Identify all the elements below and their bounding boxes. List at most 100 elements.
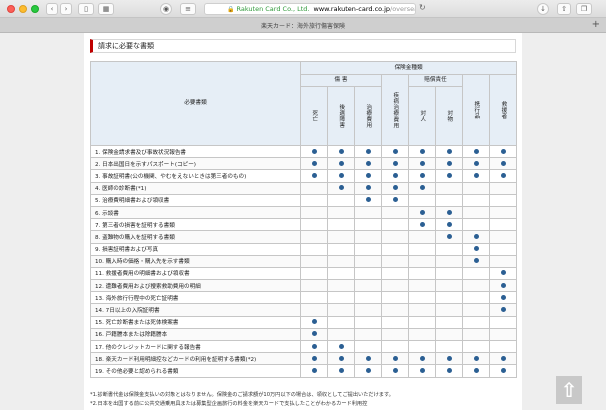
requirement-cell [327, 279, 355, 293]
col-header-treatment: 治療費用 [354, 86, 382, 146]
requirement-cell [462, 315, 490, 329]
reload-icon[interactable]: ↻ [419, 3, 426, 12]
table-row: 5. 治療費明細書および領収書 [90, 193, 518, 207]
requirement-cell [327, 218, 355, 232]
document-label: 16. 戸籍謄本または除籍謄本 [90, 327, 301, 342]
requirement-cell [354, 205, 382, 220]
requirement-cell [354, 266, 382, 281]
required-dot-icon [311, 355, 317, 361]
required-dot-icon [446, 221, 452, 227]
requirement-cell [327, 205, 355, 220]
required-dot-icon [392, 160, 398, 166]
forward-button[interactable]: › [60, 3, 72, 15]
address-host: www.rakuten-card.co.jp [313, 5, 391, 13]
scroll-top-button[interactable]: ⇧ [556, 376, 582, 404]
back-button[interactable]: ‹ [46, 3, 58, 15]
requirement-cell [354, 193, 382, 207]
required-dot-icon [365, 148, 371, 154]
requirement-cell [435, 181, 463, 195]
requirement-cell [300, 266, 328, 281]
required-dot-icon [446, 172, 452, 178]
requirement-cell [354, 352, 382, 366]
requirement-cell [408, 205, 436, 220]
downloads-button[interactable]: ↓ [537, 3, 549, 15]
requirement-cell [488, 205, 518, 220]
requirement-cell [354, 242, 382, 256]
requirement-cell [327, 157, 355, 171]
document-label: 15. 死亡診断書または死体検案書 [90, 315, 301, 329]
address-bar[interactable]: 🔒 Rakuten Card Co., Ltd. www.rakuten-car… [204, 3, 416, 15]
required-dot-icon [446, 160, 452, 166]
requirement-cell [488, 218, 518, 232]
requirement-cell [327, 266, 355, 281]
required-dot-icon [338, 343, 344, 349]
col-header-illness: 疾病治療費用 [381, 74, 409, 146]
requirement-cell [462, 291, 490, 305]
required-dot-icon [419, 221, 425, 227]
required-dot-icon [473, 160, 479, 166]
requirement-cell [488, 303, 518, 317]
tabs-button[interactable]: ❐ [576, 3, 592, 15]
tab-overview-button[interactable]: ▦ [98, 3, 114, 15]
required-dot-icon [311, 172, 317, 178]
requirement-cell [327, 339, 355, 354]
requirement-cell [300, 144, 328, 159]
requirement-cell [488, 193, 518, 207]
liability-header: 賠償責任 [408, 74, 463, 87]
requirement-cell [408, 266, 436, 281]
requirement-cell [462, 193, 490, 207]
injury-header: 傷 害 [300, 74, 382, 87]
requirement-cell [488, 169, 518, 183]
required-dot-icon [365, 160, 371, 166]
requirement-cell [435, 193, 463, 207]
requirement-cell [327, 169, 355, 183]
download-icon: ↓ [540, 5, 546, 13]
window-zoom-button[interactable] [31, 5, 39, 13]
table-row: 18. 楽天カード利用明細控などカードの利用を証明する書類(*2) [90, 352, 518, 366]
requirement-cell [488, 254, 518, 268]
required-dot-icon [500, 160, 506, 166]
requirement-cell [381, 218, 409, 232]
required-dot-icon [419, 355, 425, 361]
required-dot-icon [338, 367, 344, 373]
document-label: 1. 保険金請求書及び事故状況報告書 [90, 144, 301, 159]
document-label: 18. 楽天カード利用明細控などカードの利用を証明する書類(*2) [90, 352, 301, 366]
required-dot-icon [419, 160, 425, 166]
required-dot-icon [338, 355, 344, 361]
share-button[interactable]: ⇧ [557, 3, 571, 15]
required-dot-icon [500, 148, 506, 154]
requirement-cell [408, 242, 436, 256]
requirement-cell [381, 230, 409, 244]
requirement-cell [462, 303, 490, 317]
required-dot-icon [446, 355, 452, 361]
table-row: 3. 事故証明書(公の機関、やむをえないときは第三者のもの) [90, 169, 518, 183]
requirement-cell [488, 157, 518, 171]
active-tab-title[interactable]: 楽天カード：海外旅行傷害保険 [261, 21, 345, 30]
document-label: 19. その他必要と認められる書類 [90, 364, 301, 378]
window-minimize-button[interactable] [19, 5, 27, 13]
required-dot-icon [419, 209, 425, 215]
extension-button[interactable]: ◉ [160, 3, 172, 15]
table-row: 10. 購入時の価格・購入先を示す書類 [90, 254, 518, 268]
document-label: 3. 事故証明書(公の機関、やむをえないときは第三者のもの) [90, 169, 301, 183]
requirement-cell [462, 279, 490, 293]
new-tab-icon[interactable]: + [592, 19, 600, 30]
sidebar-button[interactable]: ▯ [78, 3, 94, 15]
required-dot-icon [311, 367, 317, 373]
chevron-left-icon: ‹ [50, 5, 54, 13]
table-row: 11. 救援者費用の明細書および領収書 [90, 266, 518, 281]
requirement-cell [300, 279, 328, 293]
window-close-button[interactable] [7, 5, 15, 13]
requirement-cell [435, 266, 463, 281]
required-dot-icon [311, 160, 317, 166]
document-label: 12. 遭難者費用および捜索救助費用の明細 [90, 279, 301, 293]
col-header-belongings: 携行品 [462, 74, 490, 146]
requirement-cell [462, 157, 490, 171]
reader-button[interactable]: ≡ [180, 3, 196, 15]
requirement-cell [408, 327, 436, 342]
requirement-cell [327, 230, 355, 244]
document-label: 5. 治療費明細書および領収書 [90, 193, 301, 207]
required-dot-icon [392, 185, 398, 191]
requirement-cell [381, 364, 409, 378]
requirement-cell [488, 291, 518, 305]
